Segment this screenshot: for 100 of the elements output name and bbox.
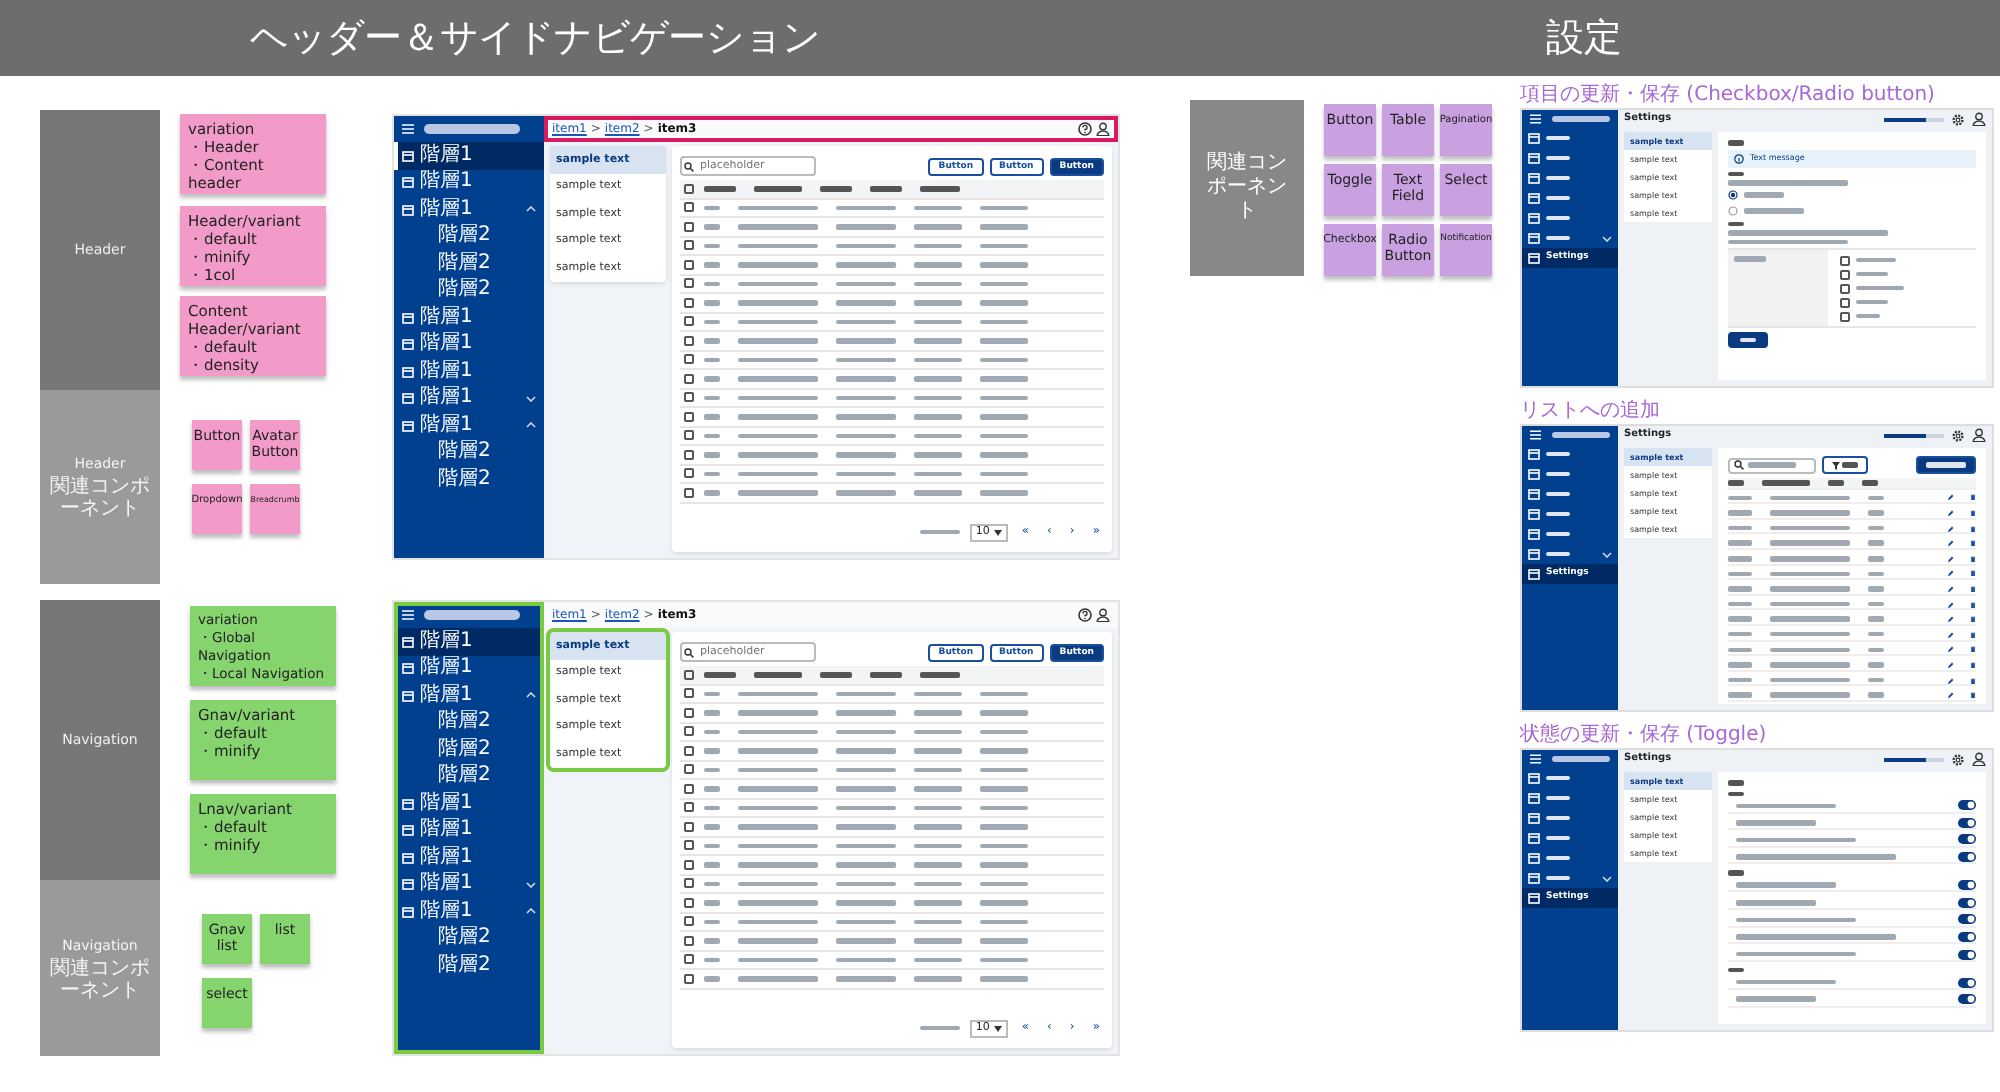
row-checkbox[interactable] xyxy=(684,688,694,699)
nav-item[interactable]: 階層2 xyxy=(394,223,544,250)
toggle-switch[interactable] xyxy=(1958,931,1976,942)
nav-item[interactable]: 階層1 xyxy=(394,844,544,871)
nav-item[interactable]: 階層1 xyxy=(394,898,544,925)
nav-item[interactable] xyxy=(1522,228,1618,248)
trash-icon[interactable] xyxy=(1970,540,1976,547)
row-checkbox[interactable] xyxy=(684,221,694,232)
chevron-up-icon[interactable] xyxy=(526,422,536,429)
nav-item[interactable]: 階層2 xyxy=(394,763,544,790)
pencil-icon[interactable] xyxy=(1948,616,1954,623)
nav-item[interactable]: 階層1 xyxy=(394,682,544,709)
row-checkbox[interactable] xyxy=(684,430,694,441)
trash-icon[interactable] xyxy=(1970,494,1976,501)
toggle-switch[interactable] xyxy=(1958,977,1976,988)
row-checkbox[interactable] xyxy=(684,373,694,384)
nav-item[interactable]: 階層1 xyxy=(394,628,544,655)
row-checkbox[interactable] xyxy=(684,449,694,460)
pencil-icon[interactable] xyxy=(1948,509,1954,516)
nav-item[interactable] xyxy=(1522,544,1618,564)
trash-icon[interactable] xyxy=(1970,677,1976,684)
nav-item[interactable]: 階層2 xyxy=(394,250,544,277)
row-checkbox[interactable] xyxy=(684,764,694,775)
row-checkbox[interactable] xyxy=(684,821,694,832)
nav-item[interactable]: 階層1 xyxy=(394,385,544,412)
row-checkbox[interactable] xyxy=(684,240,694,251)
row-checkbox[interactable] xyxy=(684,726,694,737)
row-checkbox[interactable] xyxy=(684,202,694,213)
add-button[interactable] xyxy=(1916,456,1976,474)
nav-item[interactable]: 階層2 xyxy=(394,466,544,493)
row-checkbox[interactable] xyxy=(684,973,694,984)
user-icon[interactable] xyxy=(1972,428,1986,442)
row-checkbox[interactable] xyxy=(684,411,694,422)
settings-icon[interactable] xyxy=(1952,753,1964,765)
checkbox[interactable] xyxy=(1840,269,1850,279)
nav-item[interactable]: 階層1 xyxy=(394,655,544,682)
checkbox[interactable] xyxy=(1840,255,1850,265)
nav-item[interactable]: 階層1 xyxy=(394,169,544,196)
filter-button[interactable] xyxy=(1822,456,1868,474)
row-checkbox[interactable] xyxy=(684,954,694,965)
toggle-switch[interactable] xyxy=(1958,880,1976,891)
toggle-switch[interactable] xyxy=(1958,994,1976,1005)
nav-item[interactable]: 階層1 xyxy=(394,817,544,844)
checkbox[interactable] xyxy=(1840,297,1850,307)
nav-item[interactable]: 階層2 xyxy=(394,277,544,304)
trash-icon[interactable] xyxy=(1970,692,1976,699)
trash-icon[interactable] xyxy=(1970,661,1976,668)
trash-icon[interactable] xyxy=(1970,631,1976,638)
trash-icon[interactable] xyxy=(1970,509,1976,516)
settings-icon[interactable] xyxy=(1952,429,1964,441)
row-checkbox[interactable] xyxy=(684,259,694,270)
trash-icon[interactable] xyxy=(1970,570,1976,577)
row-checkbox[interactable] xyxy=(684,278,694,289)
menu-icon[interactable] xyxy=(402,124,414,134)
menu-icon[interactable] xyxy=(402,610,414,620)
nav-item[interactable]: 階層2 xyxy=(394,952,544,979)
row-checkbox[interactable] xyxy=(684,297,694,308)
pencil-icon[interactable] xyxy=(1948,631,1954,638)
pencil-icon[interactable] xyxy=(1948,646,1954,653)
pencil-icon[interactable] xyxy=(1948,494,1954,501)
toggle-switch[interactable] xyxy=(1958,897,1976,908)
help-icon[interactable] xyxy=(1078,122,1092,136)
select-all-checkbox[interactable] xyxy=(684,183,694,194)
pencil-icon[interactable] xyxy=(1948,601,1954,608)
nav-item[interactable]: 階層1 xyxy=(394,790,544,817)
select-all-checkbox[interactable] xyxy=(684,669,694,680)
chevron-up-icon[interactable] xyxy=(526,908,536,915)
row-checkbox[interactable] xyxy=(684,859,694,870)
radio-button[interactable] xyxy=(1728,206,1738,216)
chevron-down-icon[interactable] xyxy=(526,395,536,402)
nav-item[interactable]: 階層2 xyxy=(394,736,544,763)
row-checkbox[interactable] xyxy=(684,745,694,756)
toggle-switch[interactable] xyxy=(1958,914,1976,925)
row-checkbox[interactable] xyxy=(684,916,694,927)
nav-item[interactable]: 階層2 xyxy=(394,925,544,952)
user-icon[interactable] xyxy=(1096,608,1110,622)
chevron-down-icon[interactable] xyxy=(1602,551,1612,557)
help-icon[interactable] xyxy=(1078,608,1092,622)
menu-icon[interactable] xyxy=(1530,114,1542,124)
chevron-up-icon[interactable] xyxy=(526,206,536,213)
row-checkbox[interactable] xyxy=(684,316,694,327)
toggle-switch[interactable] xyxy=(1958,817,1976,828)
trash-icon[interactable] xyxy=(1970,525,1976,532)
row-checkbox[interactable] xyxy=(684,487,694,498)
pencil-icon[interactable] xyxy=(1948,525,1954,532)
search-field[interactable] xyxy=(1728,457,1816,473)
pencil-icon[interactable] xyxy=(1948,570,1954,577)
user-icon[interactable] xyxy=(1972,752,1986,766)
trash-icon[interactable] xyxy=(1970,646,1976,653)
toggle-switch[interactable] xyxy=(1958,852,1976,863)
user-icon[interactable] xyxy=(1972,112,1986,126)
toggle-switch[interactable] xyxy=(1958,949,1976,960)
trash-icon[interactable] xyxy=(1970,555,1976,562)
settings-icon[interactable] xyxy=(1952,113,1964,125)
row-checkbox[interactable] xyxy=(684,354,694,365)
menu-icon[interactable] xyxy=(1530,754,1542,764)
chevron-down-icon[interactable] xyxy=(1602,875,1612,881)
row-checkbox[interactable] xyxy=(684,878,694,889)
nav-item[interactable]: 階層2 xyxy=(394,709,544,736)
nav-item[interactable] xyxy=(1522,868,1618,888)
